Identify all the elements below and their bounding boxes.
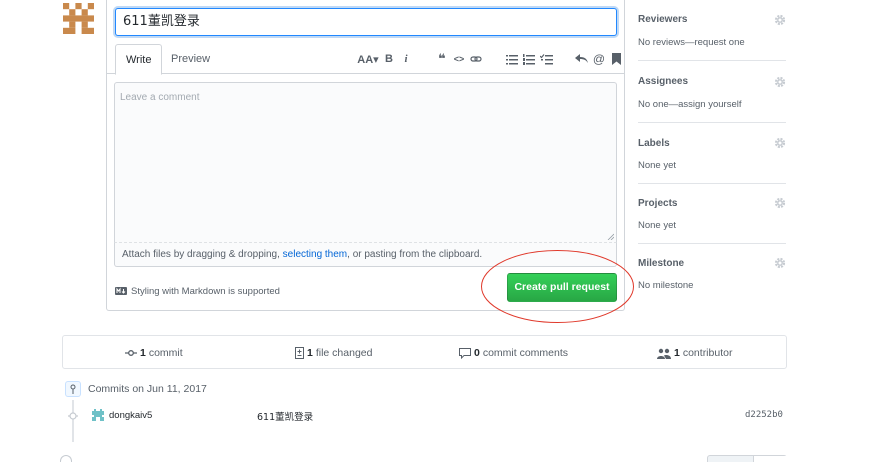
formatting-toolbar: AA▾ B i ❝ <> @ — [357, 50, 626, 68]
reply-icon — [575, 54, 588, 63]
unordered-list-button[interactable] — [505, 51, 519, 67]
comment-placeholder: Leave a comment — [120, 92, 200, 103]
author-avatar — [92, 409, 104, 421]
reviewers-value[interactable]: No reviews—request one — [638, 37, 745, 48]
assignees-value[interactable]: No one—assign yourself — [638, 99, 742, 110]
editor-tabs: Write Preview AA▾ B i ❝ <> @ — [107, 44, 626, 75]
link-icon — [470, 56, 482, 62]
labels-title[interactable]: Labels — [638, 138, 670, 149]
saved-replies-button[interactable] — [609, 51, 623, 67]
quote-button[interactable]: ❝ — [435, 51, 449, 67]
gear-icon[interactable] — [774, 137, 786, 149]
commit-sha-link[interactable]: d2252b0 — [745, 410, 783, 420]
gear-icon[interactable] — [774, 197, 786, 209]
labels-section: Labels None yet — [638, 123, 786, 184]
milestone-value: No milestone — [638, 280, 694, 291]
gear-icon[interactable] — [774, 14, 786, 26]
reviewers-title[interactable]: Reviewers — [638, 14, 687, 25]
commit-message-link[interactable]: 611董凯登录 — [257, 409, 313, 423]
file-diff-icon — [295, 347, 304, 359]
reviewers-section: Reviewers No reviews—request one — [638, 0, 786, 61]
bold-button[interactable]: B — [382, 51, 396, 67]
projects-value: None yet — [638, 220, 677, 231]
commits-date-header: Commits on Jun 11, 2017 — [65, 380, 207, 398]
commit-node-icon — [68, 412, 78, 420]
people-icon — [657, 348, 671, 359]
comment-icon — [459, 347, 471, 359]
resize-handle-icon[interactable] — [607, 233, 614, 240]
pull-request-form: 611董凯登录 Write Preview AA▾ B i ❝ <> @ Lea… — [106, 0, 625, 311]
tab-write[interactable]: Write — [115, 44, 163, 75]
gear-icon[interactable] — [774, 257, 786, 269]
link-button[interactable] — [469, 51, 483, 67]
create-pull-request-button[interactable]: Create pull request — [507, 273, 617, 302]
unordered-list-icon — [506, 54, 518, 64]
projects-section: Projects None yet — [638, 184, 786, 244]
task-list-button[interactable] — [539, 51, 553, 67]
heading-button[interactable]: AA▾ — [357, 51, 379, 67]
commit-author[interactable]: dongkaiv5 — [92, 409, 152, 421]
comments-summary[interactable]: 0 commit comments — [459, 336, 568, 370]
summary-bar: 1 commit 1 file changed 0 commit comments 1… — [62, 335, 787, 369]
timeline-line — [72, 400, 74, 442]
comment-textarea[interactable]: Leave a comment — [114, 82, 617, 242]
milestone-section: Milestone No milestone — [638, 244, 786, 304]
gear-icon[interactable] — [774, 76, 786, 88]
reply-button[interactable] — [575, 51, 589, 67]
assignees-section: Assignees No one—assign yourself — [638, 61, 786, 123]
partial-icon — [60, 455, 72, 462]
title-input[interactable]: 611董凯登录 — [115, 8, 617, 36]
view-toggle-buttons[interactable] — [707, 455, 787, 462]
attach-files-bar[interactable]: Attach files by dragging & dropping, sel… — [114, 242, 617, 267]
view-toggle-right[interactable] — [753, 456, 787, 462]
commit-group-icon — [65, 381, 81, 397]
select-files-link[interactable]: selecting them — [283, 249, 347, 260]
markdown-note[interactable]: Styling with Markdown is supported — [115, 284, 280, 298]
commits-summary[interactable]: 1 commit — [125, 336, 183, 370]
projects-title[interactable]: Projects — [638, 198, 677, 209]
ordered-list-icon — [523, 53, 535, 65]
assignees-title[interactable]: Assignees — [638, 76, 688, 87]
labels-value: None yet — [638, 160, 677, 171]
commit-icon — [125, 350, 137, 356]
bookmark-icon — [611, 53, 621, 65]
tab-preview[interactable]: Preview — [161, 44, 220, 75]
files-changed-summary[interactable]: 1 file changed — [295, 336, 372, 370]
contributors-summary[interactable]: 1 contributor — [657, 336, 732, 370]
mention-button[interactable]: @ — [592, 51, 606, 67]
task-list-icon — [539, 53, 553, 64]
ordered-list-button[interactable] — [522, 51, 536, 67]
code-button[interactable]: <> — [452, 51, 466, 67]
milestone-title[interactable]: Milestone — [638, 258, 684, 269]
markdown-icon — [115, 287, 127, 295]
italic-button[interactable]: i — [399, 51, 413, 67]
user-avatar — [63, 3, 94, 34]
